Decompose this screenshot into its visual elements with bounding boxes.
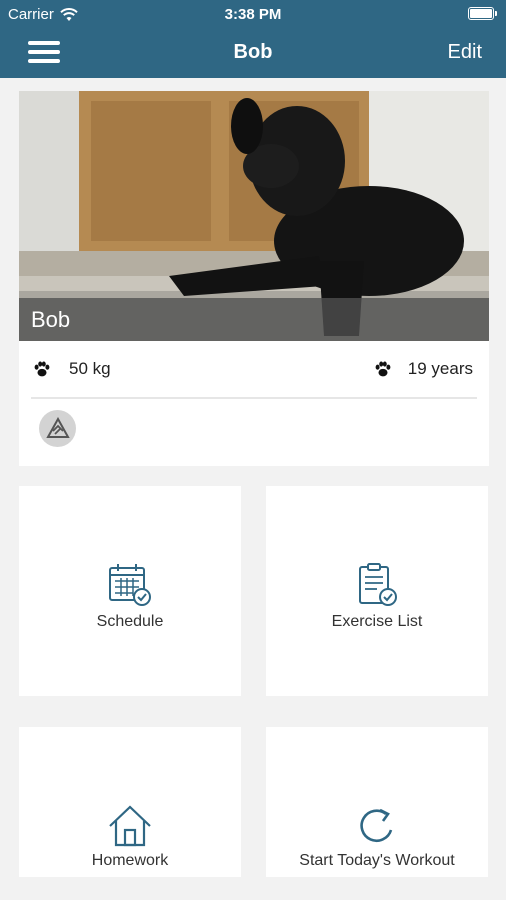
refresh-icon bbox=[360, 808, 393, 843]
status-bar: Carrier 3:38 PM bbox=[0, 0, 506, 28]
stats-divider bbox=[31, 397, 477, 399]
status-time: 3:38 PM bbox=[224, 6, 282, 23]
schedule-tile[interactable]: Schedule bbox=[19, 486, 241, 696]
dog-stats-row: 50 kg 19 years bbox=[19, 359, 489, 395]
schedule-label: Schedule bbox=[96, 613, 164, 630]
house-icon bbox=[109, 805, 151, 847]
exercise-list-tile[interactable]: Exercise List bbox=[266, 486, 488, 696]
app-header: Carrier 3:38 PM Bob Edit bbox=[0, 0, 506, 78]
battery-icon bbox=[468, 7, 497, 20]
clipboard-check-icon bbox=[359, 563, 397, 606]
paw-icon bbox=[34, 361, 50, 377]
start-workout-label: Start Today's Workout bbox=[299, 852, 455, 869]
dog-profile-card: Bob 50 kg 19 years bbox=[19, 91, 489, 466]
dog-name-banner: Bob bbox=[19, 298, 489, 341]
edit-button[interactable]: Edit bbox=[448, 41, 482, 64]
weight-value: 50 kg bbox=[69, 359, 111, 378]
age-value: 19 years bbox=[407, 359, 473, 378]
weight-stat: 50 kg bbox=[33, 359, 111, 379]
calendar-check-icon bbox=[109, 564, 151, 606]
age-stat: 19 years bbox=[374, 359, 473, 379]
page-title: Bob bbox=[233, 41, 273, 63]
nav-bar: Bob Edit bbox=[0, 28, 506, 78]
trainer-badge-icon[interactable] bbox=[39, 410, 76, 447]
dog-name: Bob bbox=[31, 307, 71, 332]
start-workout-tile[interactable]: Start Today's Workout bbox=[266, 727, 488, 877]
paw-icon bbox=[375, 361, 391, 377]
homework-label: Homework bbox=[91, 852, 169, 869]
homework-tile[interactable]: Homework bbox=[19, 727, 241, 877]
exercise-list-label: Exercise List bbox=[331, 613, 423, 630]
badge-glyph-icon bbox=[45, 416, 70, 438]
